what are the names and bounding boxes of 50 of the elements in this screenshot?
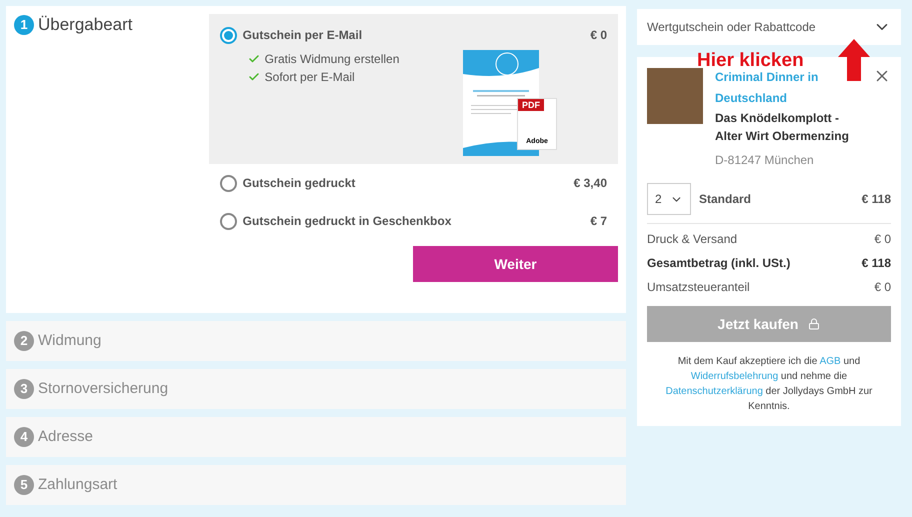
total-label: Gesamtbetrag (inkl. USt.) xyxy=(647,255,790,272)
delivery-option[interactable]: Gutschein gedruckt in Geschenkbox € 7 xyxy=(208,202,618,240)
quantity-select[interactable]: 2 xyxy=(647,183,691,215)
variant-label: Standard xyxy=(699,191,752,208)
legal-link[interactable]: Datenschutzerklärung xyxy=(666,386,763,397)
photo-placeholder xyxy=(647,68,703,124)
option-price: € 0 xyxy=(590,27,607,44)
event-subtitle: Das Knödelkomplott - Alter Wirt Obermenzing xyxy=(715,110,850,145)
check-icon xyxy=(248,53,260,65)
next-button[interactable]: Weiter xyxy=(413,246,618,282)
legal-text: Mit dem Kauf akzeptiere ich die AGB und Widerrufsbelehrung und nehme die Datenschutzerklärung der Jollydays GmbH zur Kenntnis. xyxy=(664,355,874,414)
delivery-option[interactable]: Gutschein gedruckt € 3,40 xyxy=(208,164,618,202)
total-label: Umsatzsteueranteil xyxy=(647,279,750,296)
legal-link[interactable]: AGB xyxy=(820,356,841,367)
step-title: Stornoversicherung xyxy=(38,378,168,399)
radio-button[interactable] xyxy=(220,26,237,44)
step-number-badge: 5 xyxy=(14,475,34,495)
step-title: Übergabeart xyxy=(38,14,133,36)
radio-button[interactable] xyxy=(220,174,237,192)
item-price: € 118 xyxy=(862,191,891,208)
total-value: € 118 xyxy=(862,255,891,272)
step-title: Adresse xyxy=(38,426,94,447)
lock-icon xyxy=(808,318,820,330)
coupon-dropdown[interactable]: Wertgutschein oder Rabattcode xyxy=(637,9,901,45)
feature-text: Sofort per E-Mail xyxy=(264,69,355,86)
option-price: € 7 xyxy=(590,213,607,230)
step-number-badge: 4 xyxy=(14,427,34,447)
step-title: Widmung xyxy=(38,330,102,351)
option-label: Gutschein gedruckt in Geschenkbox xyxy=(242,213,452,230)
step-number-badge: 1 xyxy=(14,15,34,35)
step-header[interactable]: 4 Adresse xyxy=(6,417,626,457)
radio-button[interactable] xyxy=(220,212,237,230)
legal-link[interactable]: Widerrufsbelehrung xyxy=(690,371,778,382)
total-label: Druck & Versand xyxy=(647,231,738,248)
pdf-label: PDF xyxy=(518,99,544,111)
step-number-badge: 2 xyxy=(14,331,34,351)
event-location: D-81247 München xyxy=(715,152,815,169)
total-value: € 0 xyxy=(874,231,891,248)
arrow-up-icon xyxy=(838,39,870,81)
feature-text: Gratis Widmung erstellen xyxy=(264,51,400,68)
option-price: € 3,40 xyxy=(574,175,607,192)
step-number-badge: 3 xyxy=(14,379,34,399)
step-header[interactable]: 3 Stornoversicherung xyxy=(6,369,626,409)
option-label: Gutschein per E-Mail xyxy=(242,27,364,44)
step-title: Zahlungsart xyxy=(38,474,118,495)
total-value: € 0 xyxy=(874,279,891,296)
check-icon xyxy=(248,71,260,83)
step-header[interactable]: 2 Widmung xyxy=(6,321,626,361)
option-label: Gutschein gedruckt xyxy=(242,175,356,192)
step-header[interactable]: 5 Zahlungsart xyxy=(6,465,626,505)
